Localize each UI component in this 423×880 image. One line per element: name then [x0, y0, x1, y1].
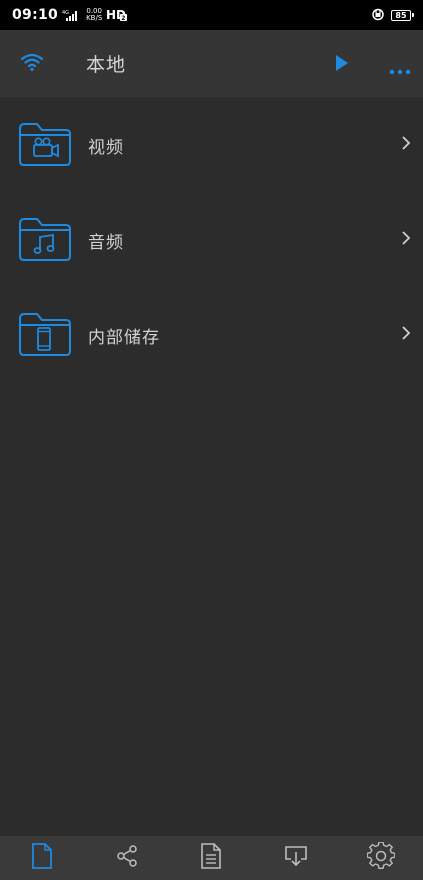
status-bar: 09:10 4G 0.00 KB/S HD 2 85 [0, 0, 423, 30]
audio-folder-icon [18, 216, 72, 266]
svg-text:2: 2 [122, 15, 126, 21]
folder-list: 视频 音频 内部储存 [0, 97, 423, 382]
hd-icon: HD 2 [106, 6, 128, 25]
tab-share[interactable] [107, 836, 147, 880]
battery-icon: 85 [391, 9, 414, 21]
app-bar: 本地 [0, 30, 423, 97]
chevron-right-icon [401, 135, 411, 155]
alarm-icon [371, 6, 385, 25]
wifi-icon[interactable] [20, 52, 44, 76]
battery-level: 85 [395, 10, 407, 20]
svg-text:4G: 4G [62, 10, 69, 16]
download-icon [283, 844, 309, 872]
folder-item-internal-storage[interactable]: 内部储存 [0, 287, 423, 382]
bottom-tab-bar [0, 836, 423, 880]
play-icon[interactable] [334, 53, 350, 77]
tab-files[interactable] [22, 836, 62, 880]
chevron-right-icon [401, 325, 411, 345]
storage-folder-icon [18, 311, 72, 361]
folder-item-audio[interactable]: 音频 [0, 192, 423, 287]
folder-label-internal-storage: 内部储存 [88, 328, 160, 348]
chevron-right-icon [401, 230, 411, 250]
tab-documents[interactable] [191, 836, 231, 880]
network-speed-unit: KB/S [86, 14, 103, 22]
tab-settings[interactable] [361, 836, 401, 880]
status-time: 09:10 [12, 7, 59, 23]
file-icon [31, 842, 53, 874]
signal-icon: 4G [62, 9, 80, 21]
folder-item-video[interactable]: 视频 [0, 97, 423, 192]
more-icon[interactable] [389, 60, 411, 79]
share-icon [115, 844, 139, 872]
settings-icon [366, 841, 396, 874]
folder-label-video: 视频 [88, 138, 124, 158]
video-folder-icon [18, 121, 72, 171]
folder-label-audio: 音频 [88, 233, 124, 253]
document-list-icon [200, 842, 222, 874]
page-title: 本地 [86, 54, 127, 76]
network-speed: 0.00 KB/S [86, 8, 102, 22]
tab-download[interactable] [276, 836, 316, 880]
